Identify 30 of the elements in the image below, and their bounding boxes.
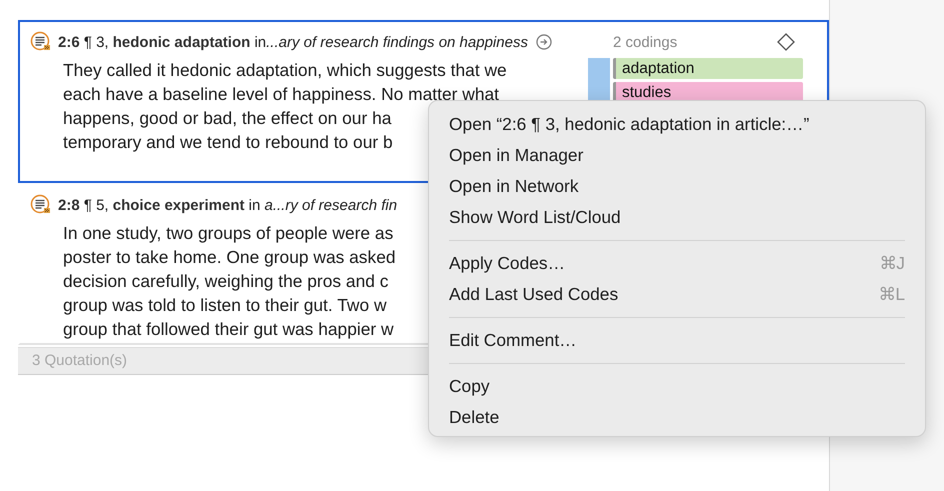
quotation-icon	[30, 194, 52, 216]
quotation-text: happens, good or bad, the effect on our ha	[63, 107, 392, 130]
quotation-count: 3 Quotation(s)	[32, 352, 128, 369]
quotation-text: They called it hedonic adaptation, which suggests that we	[63, 59, 507, 82]
menu-item[interactable]: Edit Comment…	[429, 325, 925, 356]
quotation-text: group was told to listen to their gut. Two w	[63, 294, 387, 317]
menu-item[interactable]: Copy	[429, 371, 925, 402]
menu-item[interactable]: Open in Network	[429, 171, 925, 202]
menu-item[interactable]: Show Word List/Cloud	[429, 202, 925, 233]
diamond-icon[interactable]	[776, 32, 796, 52]
menu-item[interactable]: Apply Codes… ⌘J	[429, 248, 925, 279]
menu-item[interactable]: Open in Manager	[429, 140, 925, 171]
code-tag[interactable]: adaptation	[613, 58, 803, 79]
shortcut-label: ⌘J	[879, 253, 905, 274]
quotation-text: poster to take home. One group was asked	[63, 246, 396, 269]
menu-item[interactable]: Open “2:6 ¶ 3, hedonic adaptation in article:…”	[429, 109, 925, 140]
quotation-text: In one study, two groups of people were as	[63, 222, 394, 245]
coding-bar	[588, 58, 610, 102]
quotation-text: each have a baseline level of happiness. No matter what	[63, 83, 499, 106]
codings-count: 2 codings	[613, 34, 678, 50]
quotation-text: temporary and we tend to rebound to our b	[63, 131, 393, 154]
menu-item[interactable]: Delete	[429, 402, 925, 433]
menu-item[interactable]: Add Last Used Codes ⌘L	[429, 279, 925, 310]
quotation-text: group that followed their gut was happier w	[63, 318, 394, 341]
quotation-text: decision carefully, weighing the pros and c	[63, 270, 388, 293]
arrow-circle-icon[interactable]	[536, 34, 552, 50]
shortcut-label: ⌘L	[878, 284, 905, 305]
quotation-icon	[30, 31, 52, 53]
quotation-header: 2:8 ¶ 5, choice experiment in a...ry of research fin	[58, 196, 398, 214]
quotation-header: 2:6 ¶ 3, hedonic adaptation in...ary of research findings on happiness	[58, 34, 528, 50]
